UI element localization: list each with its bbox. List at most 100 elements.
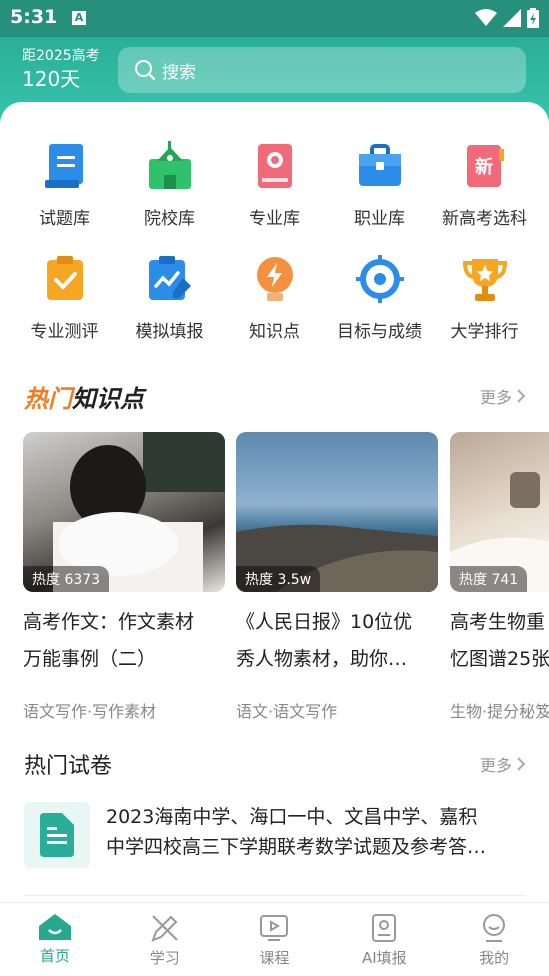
feature-knowledge-points[interactable]: 知识点 bbox=[222, 255, 327, 368]
feature-label: 新高考选科 bbox=[442, 209, 527, 229]
card-title-line: 秀人物素材，助你… bbox=[236, 648, 408, 670]
feature-mock-application[interactable]: 模拟填报 bbox=[117, 255, 222, 368]
hot-papers-title: 热门试卷 bbox=[24, 754, 113, 779]
tab-profile[interactable]: 我的 bbox=[439, 903, 549, 976]
card-title-line: 高考作文：作文素材 bbox=[23, 611, 195, 633]
feature-label: 模拟填报 bbox=[135, 322, 204, 342]
paper-title: 2023海南中学、海口一中、文昌中学、嘉积 中学四校高三下学期联考数学试题及参考… bbox=[106, 802, 486, 895]
heat-badge: 热度 741 bbox=[450, 566, 528, 592]
title-accent: 热门 bbox=[24, 384, 72, 413]
tab-ai-fill[interactable]: AI填报 bbox=[329, 903, 439, 976]
countdown-label: 距2025高考 bbox=[22, 48, 100, 64]
hot-knowledge-carousel[interactable]: 热度 6373 高考作文：作文素材 万能事例（二） 语文写作·写作素材 热度 3.… bbox=[23, 432, 549, 732]
more-label: 更多 bbox=[479, 756, 512, 775]
feature-label: 试题库 bbox=[39, 209, 90, 229]
hot-knowledge-title: 热门知识点 bbox=[24, 379, 144, 414]
hot-papers-more-link[interactable]: 更多 bbox=[480, 752, 526, 776]
paper-list-item[interactable]: 2023海南中学、海口一中、文昌中学、嘉积 中学四校高三下学期联考数学试题及参考… bbox=[24, 802, 526, 896]
signal-icon bbox=[503, 9, 521, 27]
major-book-icon bbox=[251, 142, 299, 190]
feature-row: 专业测评 模拟填报 知识点 目标与成绩 大学排行 bbox=[0, 255, 549, 368]
video-course-icon bbox=[260, 915, 289, 941]
chart-clipboard-icon bbox=[146, 255, 194, 303]
profile-icon bbox=[483, 914, 506, 942]
clipboard-check-icon bbox=[41, 255, 89, 303]
svg-text:新: 新 bbox=[475, 156, 493, 178]
tab-courses[interactable]: 课程 bbox=[220, 903, 330, 976]
card-title-line: 《人民日报》10位优 bbox=[236, 611, 413, 633]
feature-label: 专业库 bbox=[249, 209, 300, 229]
study-pencil-icon bbox=[150, 915, 178, 942]
tab-label: 我的 bbox=[479, 949, 510, 967]
tab-study[interactable]: 学习 bbox=[110, 903, 220, 976]
search-input[interactable]: 搜索 bbox=[118, 47, 526, 93]
wifi-icon bbox=[475, 9, 497, 26]
feature-question-bank[interactable]: 试题库 bbox=[12, 142, 117, 255]
tab-label: 首页 bbox=[39, 947, 70, 965]
knowledge-card[interactable]: 热度 6373 高考作文：作文素材 万能事例（二） 语文写作·写作素材 bbox=[23, 432, 225, 722]
school-icon bbox=[146, 141, 194, 190]
card-title: 高考生物重忆图谱25张 bbox=[450, 604, 549, 678]
card-tag: 语文·语文写作 bbox=[236, 702, 338, 721]
paper-title-line: 2023海南中学、海口一中、文昌中学、嘉积 bbox=[106, 806, 478, 828]
status-icons bbox=[475, 8, 539, 28]
chevron-right-icon bbox=[517, 757, 526, 771]
target-icon bbox=[355, 255, 404, 303]
bottom-tab-bar: 首页 学习 课程 AI填报 我的 bbox=[0, 902, 549, 976]
feature-label: 专业测评 bbox=[30, 322, 99, 342]
feature-row: 试题库 院校库 专业库 职业库 新 新高考选科 bbox=[0, 141, 549, 255]
status-bar: 5:31 A bbox=[0, 0, 549, 37]
document-icon bbox=[24, 802, 90, 868]
hot-knowledge-more-link[interactable]: 更多 bbox=[480, 384, 526, 408]
tab-label: AI填报 bbox=[361, 949, 407, 967]
card-tag: 语文写作·写作素材 bbox=[23, 702, 157, 721]
feature-school-library[interactable]: 院校库 bbox=[117, 141, 222, 255]
feature-new-gaokao-subjects[interactable]: 新 新高考选科 bbox=[432, 142, 537, 255]
card-title-line: 高考生物重 bbox=[450, 611, 546, 633]
heat-badge: 热度 3.5w bbox=[236, 566, 321, 592]
feature-grid: 试题库 院校库 专业库 职业库 新 新高考选科 专业测评 模拟填报 知识点 目标… bbox=[0, 141, 549, 368]
feature-label: 目标与成绩 bbox=[337, 322, 422, 342]
open-book-image: 热度 741 bbox=[450, 432, 549, 592]
tab-label: 课程 bbox=[259, 949, 290, 967]
card-title: 高考作文：作文素材 万能事例（二） bbox=[23, 604, 225, 678]
search-placeholder: 搜索 bbox=[162, 62, 196, 83]
tab-label: 学习 bbox=[149, 949, 180, 967]
notification-icon: A bbox=[72, 11, 86, 25]
heat-badge: 热度 6373 bbox=[23, 566, 110, 592]
card-tag: 生物·提分秘笈 bbox=[450, 702, 549, 721]
feature-label: 大学排行 bbox=[450, 322, 519, 342]
feature-goals-scores[interactable]: 目标与成绩 bbox=[327, 255, 432, 368]
feature-university-ranking[interactable]: 大学排行 bbox=[432, 255, 537, 368]
student-writing-image: 热度 6373 bbox=[23, 432, 225, 592]
hot-papers-header: 热门试卷 更多 bbox=[24, 748, 526, 780]
search-icon bbox=[135, 60, 155, 80]
feature-major-assessment[interactable]: 专业测评 bbox=[12, 255, 117, 368]
feature-label: 知识点 bbox=[249, 322, 300, 342]
card-title-line: 忆图谱25张 bbox=[450, 648, 549, 670]
feature-career-library[interactable]: 职业库 bbox=[327, 142, 432, 255]
countdown-days: 120天 bbox=[22, 67, 81, 91]
ai-fill-icon bbox=[372, 914, 397, 942]
paper-title-line: 中学四校高三下学期联考数学试题及参考答… bbox=[106, 836, 487, 858]
knowledge-card[interactable]: 热度 3.5w 《人民日报》10位优 秀人物素材，助你… 语文·语文写作 bbox=[236, 432, 438, 722]
trophy-icon bbox=[461, 255, 509, 303]
hot-knowledge-header: 热门知识点 更多 bbox=[24, 379, 526, 414]
exam-countdown[interactable]: 距2025高考 120天 bbox=[22, 47, 100, 93]
home-icon bbox=[38, 914, 71, 940]
feature-major-library[interactable]: 专业库 bbox=[222, 142, 327, 255]
new-badge-icon: 新 bbox=[461, 142, 509, 190]
status-time: 5:31 bbox=[10, 6, 58, 28]
feature-label: 职业库 bbox=[354, 209, 405, 229]
knowledge-card[interactable]: 热度 741 高考生物重忆图谱25张 生物·提分秘笈 bbox=[450, 432, 549, 722]
seaside-landscape-image: 热度 3.5w bbox=[236, 432, 438, 592]
title-rest: 知识点 bbox=[72, 384, 144, 413]
card-title: 《人民日报》10位优 秀人物素材，助你… bbox=[236, 604, 438, 678]
more-label: 更多 bbox=[479, 388, 512, 407]
card-title-line: 万能事例（二） bbox=[23, 648, 157, 670]
lightning-bulb-icon bbox=[251, 255, 299, 303]
question-bank-icon bbox=[41, 142, 89, 190]
briefcase-icon bbox=[356, 142, 404, 190]
tab-home[interactable]: 首页 bbox=[0, 903, 110, 976]
chevron-right-icon bbox=[517, 389, 526, 403]
